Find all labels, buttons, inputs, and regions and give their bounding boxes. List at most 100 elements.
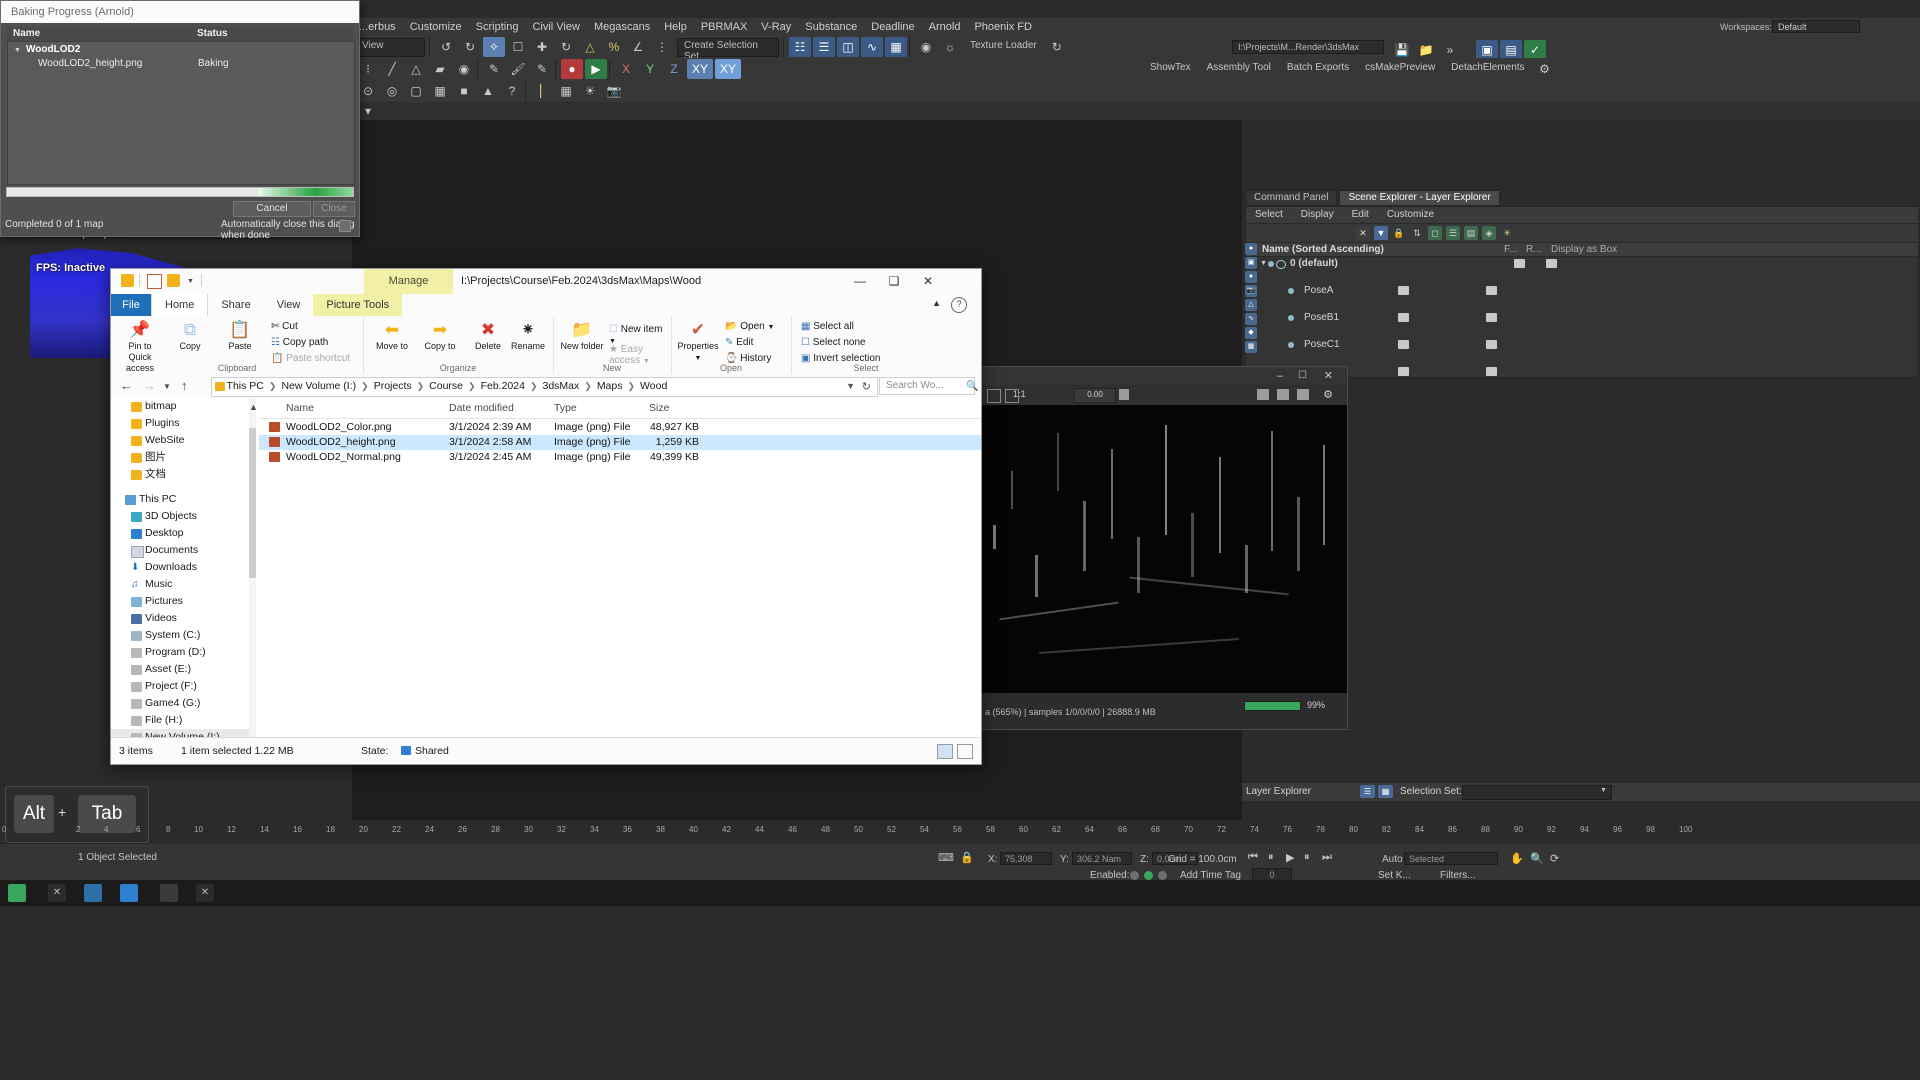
graphite-icon[interactable]: ✎ [531, 59, 553, 79]
layer-grid-icon[interactable]: ▦ [1378, 785, 1393, 798]
assembly-tool-button[interactable]: Assembly Tool [1199, 58, 1279, 80]
isolate-icon[interactable]: ◎ [381, 81, 403, 101]
keyboard-lock-icon[interactable]: ⌨ [938, 851, 954, 864]
render-setup-icon[interactable]: ☼ [939, 37, 961, 57]
workspaces-dropdown[interactable]: Default [1772, 20, 1860, 33]
layer-add-icon[interactable]: ◻ [1428, 226, 1442, 240]
col-header-date-modified[interactable]: Date modified [449, 402, 514, 414]
layer-explorer-label[interactable]: Layer Explorer [1246, 786, 1311, 797]
rendered-image[interactable] [979, 405, 1347, 693]
col-name-header[interactable]: Name (Sorted Ascending) [1262, 244, 1384, 255]
lock-icon[interactable]: 🔒 [1392, 226, 1406, 240]
nav-item-website[interactable]: WebSite [111, 432, 256, 449]
close-icon[interactable]: ✕ [1324, 369, 1333, 382]
poly-polygon-icon[interactable]: ▰ [429, 59, 451, 79]
cancel-button[interactable]: Cancel [233, 201, 311, 217]
auto-key-label[interactable]: Auto [1382, 854, 1403, 865]
percent-snap-icon[interactable]: % [603, 37, 625, 57]
taskbar-explorer-icon[interactable] [120, 884, 138, 902]
mirror-icon[interactable]: ☷ [789, 37, 811, 57]
refresh-icon[interactable]: ↻ [1046, 37, 1068, 57]
render-check-icon[interactable]: ✓ [1524, 40, 1546, 60]
scale-icon[interactable]: △ [579, 37, 601, 57]
new-folder-button[interactable]: 📁 New folder [559, 319, 605, 352]
layer-name[interactable]: PoseB1 [1304, 312, 1339, 323]
scrollbar-thumb[interactable] [249, 428, 256, 578]
taskbar-app-icon[interactable] [160, 884, 178, 902]
move-to-button[interactable]: ⬅ Move to [369, 319, 415, 352]
nav-item-plugins[interactable]: Plugins [111, 415, 256, 432]
taskbar-3dsmax-icon[interactable] [84, 884, 102, 902]
menu-item-7[interactable]: V-Ray [754, 18, 798, 36]
layer-hide-icon[interactable]: ◈ [1482, 226, 1496, 240]
nav-item-documents[interactable]: Documents [111, 542, 256, 559]
tab-share[interactable]: Share [208, 294, 263, 316]
details-view-button[interactable] [937, 744, 953, 759]
new-item-button[interactable]: ☐ New item ▼ [609, 324, 671, 346]
menu-item-5[interactable]: Help [657, 18, 694, 36]
properties-button[interactable]: ✔ Properties ▼ [675, 319, 721, 364]
nav-scrollbar[interactable] [249, 398, 256, 737]
render-frame-window[interactable]: – ☐ ✕ 1:1 0.00 ⚙ a (565%) | samples 1/0/… [978, 366, 1348, 730]
poly-vertex-icon[interactable]: ⁝ [357, 59, 379, 79]
file-name[interactable]: WoodLOD2_Normal.png [286, 451, 401, 463]
breadcrumb-item-2[interactable]: Projects [371, 378, 415, 395]
axis-xy-button[interactable]: XY [687, 59, 713, 79]
minimize-icon[interactable]: – [1277, 370, 1283, 382]
schematic-view-icon[interactable]: ▦ [885, 37, 907, 57]
edit-button[interactable]: ✎ Edit [725, 337, 753, 348]
move-icon[interactable]: ✚ [531, 37, 553, 57]
enabled-key-icon[interactable] [1158, 871, 1167, 880]
cut-button[interactable]: ✄ Cut [271, 321, 298, 332]
menu-item-9[interactable]: Deadline [864, 18, 921, 36]
scene-path-field[interactable]: I:\Projects\M...Render\3dsMax [1232, 40, 1384, 54]
camera-icon[interactable]: 📷 [603, 81, 625, 101]
exposure-field[interactable]: 0.00 [1074, 388, 1116, 403]
gear-icon[interactable]: ⚙ [1323, 388, 1333, 401]
bake-map-name[interactable]: WoodLOD2_height.png [38, 58, 142, 69]
select-object-icon[interactable]: ✧ [483, 37, 505, 57]
copy-path-button[interactable]: ☷ Copy path [271, 337, 328, 348]
nav-item-videos[interactable]: Videos [111, 610, 256, 627]
se-menu-edit[interactable]: Edit [1343, 207, 1378, 220]
se-menu-customize[interactable]: Customize [1378, 207, 1443, 220]
chevron-down-icon[interactable]: ▼ [1600, 787, 1607, 794]
axis-z-button[interactable]: Z [663, 59, 685, 79]
play-icon[interactable]: ▶ [585, 59, 607, 79]
refresh-icon[interactable]: ↻ [862, 380, 871, 393]
breadcrumb-item-6[interactable]: Maps [594, 378, 626, 395]
axis-y-button[interactable]: Y [639, 59, 661, 79]
table-row[interactable]: PoseB1 [1246, 311, 1918, 324]
large-icons-view-button[interactable] [957, 744, 973, 759]
file-explorer-window[interactable]: ▼ Manage I:\Projects\Course\Feb.2024\3ds… [110, 268, 982, 765]
nav-item-music[interactable]: ♫ Music [111, 576, 256, 593]
poly-edge-icon[interactable]: ╱ [381, 59, 403, 79]
menu-item-6[interactable]: PBRMAX [694, 18, 754, 36]
expand-chevron-icon[interactable]: ▼ [14, 47, 21, 54]
showtex-button[interactable]: ShowTex [1142, 58, 1199, 80]
prev-frame-icon[interactable]: ⏸ [1268, 851, 1274, 864]
new-folder-qat-icon[interactable] [167, 274, 180, 287]
poly-border-icon[interactable]: △ [405, 59, 427, 79]
selected-dropdown[interactable]: Selected [1404, 852, 1498, 865]
taskbar-close-icon[interactable]: ✕ [48, 884, 66, 902]
record-icon[interactable]: ● [561, 59, 583, 79]
curve-editor-icon[interactable]: ∿ [861, 37, 883, 57]
rotate-icon[interactable]: ↻ [555, 37, 577, 57]
table-row[interactable]: PoseC1 [1246, 338, 1918, 351]
snaps-toggle-icon[interactable]: ⊙ [357, 81, 379, 101]
play-icon[interactable]: ▶ [1286, 851, 1294, 864]
compare-icon[interactable] [1297, 389, 1309, 400]
breadcrumb-item-7[interactable]: Wood [637, 378, 670, 395]
open-icon[interactable]: 📁 [1415, 40, 1437, 60]
menu-item-11[interactable]: Phoenix FD [967, 18, 1038, 36]
breadcrumb-item-4[interactable]: Feb.2024 [478, 378, 528, 395]
breadcrumb-item-3[interactable]: Course [426, 378, 466, 395]
address-dropdown-icon[interactable]: ▼ [846, 381, 855, 391]
layer-manager-icon[interactable]: ◫ [837, 37, 859, 57]
select-region-icon[interactable]: ☐ [507, 37, 529, 57]
properties-qat-icon[interactable] [147, 274, 162, 289]
close-x-icon[interactable]: ✕ [1356, 226, 1370, 240]
se-menu-select[interactable]: Select [1246, 207, 1292, 220]
ruler-icon[interactable]: ⎢ [531, 81, 553, 101]
